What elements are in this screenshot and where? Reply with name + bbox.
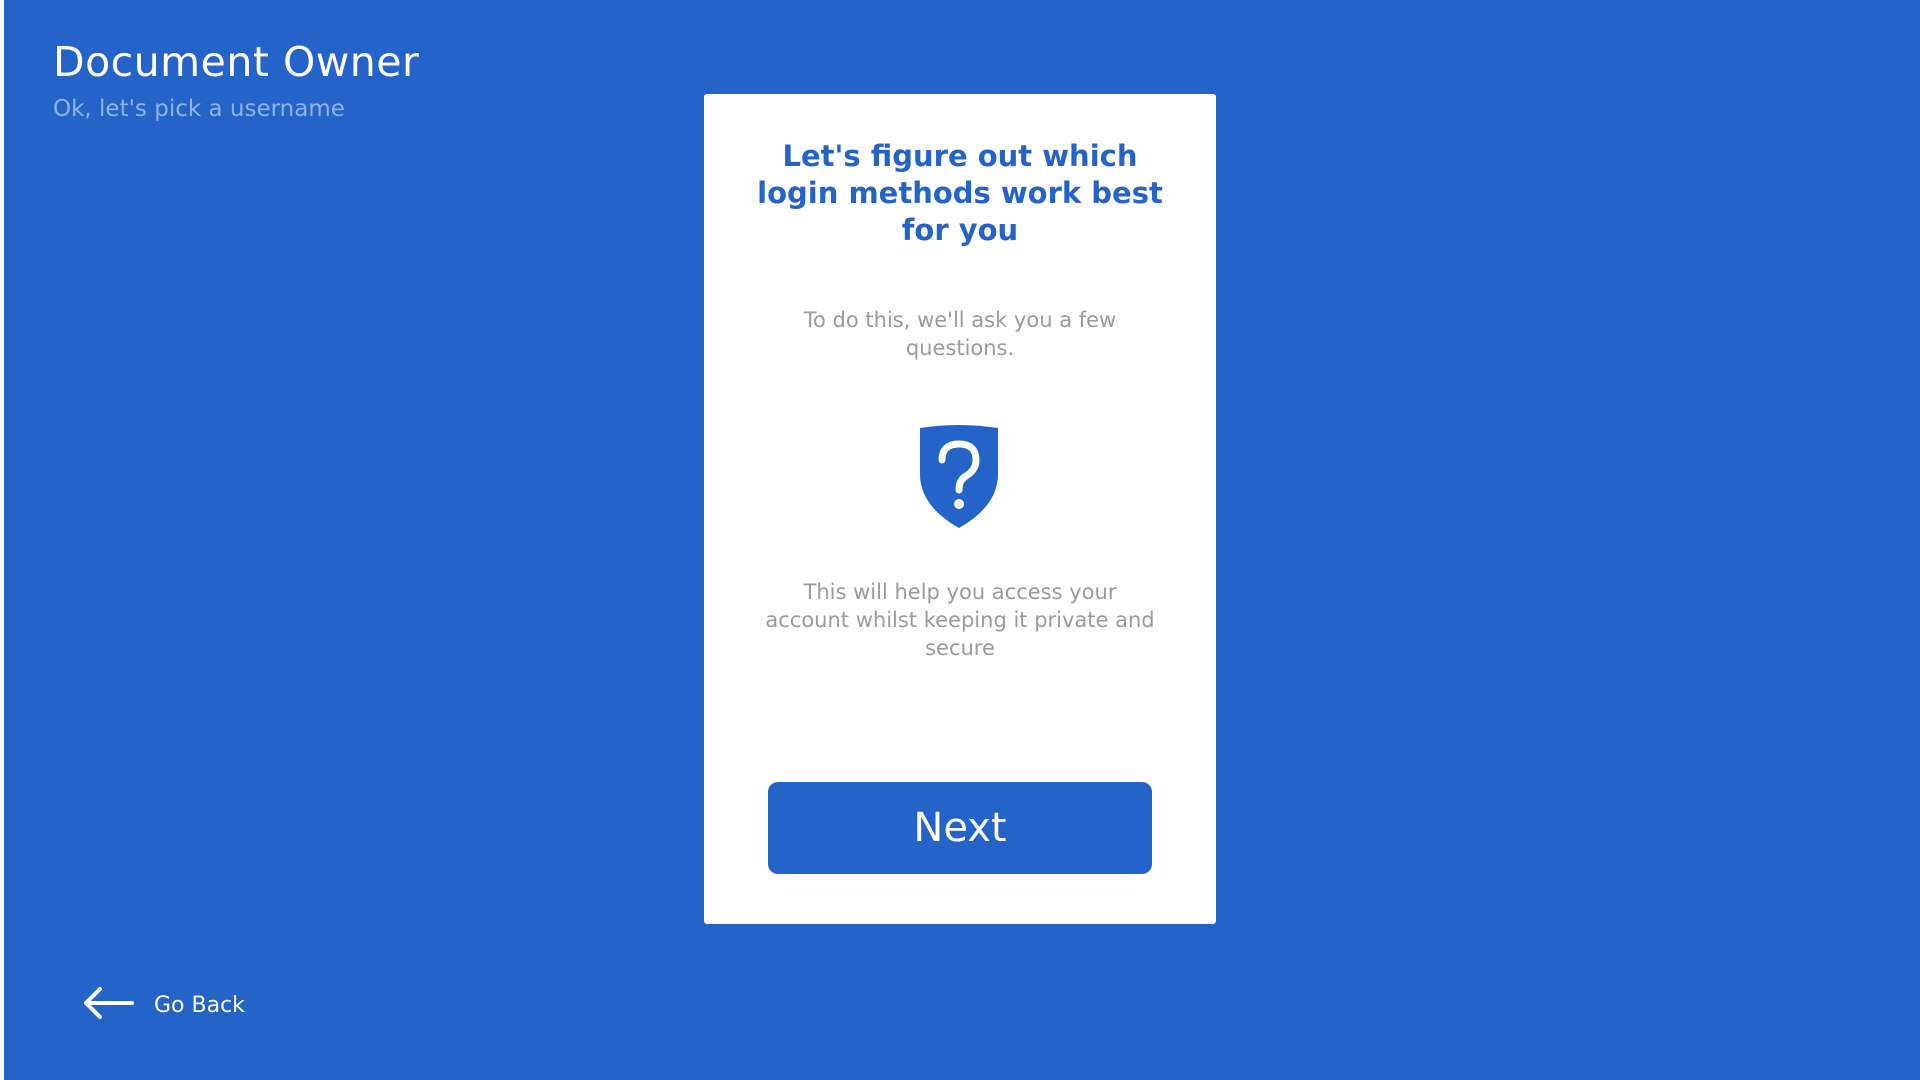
go-back-label: Go Back [154, 992, 245, 1018]
card-intro-text: To do this, we'll ask you a few question… [803, 308, 1117, 360]
go-back-link[interactable]: Go Back [82, 986, 245, 1024]
shield-question-icon [914, 424, 1004, 530]
page-subtitle: Ok, let's pick a username [53, 96, 345, 122]
page-header: Document Owner Ok, let's pick a username [53, 36, 419, 126]
card-heading: Let's figure out which login methods wor… [757, 139, 1163, 247]
app-screen: Document Owner Ok, let's pick a username… [4, 0, 1920, 1080]
login-methods-card: Let's figure out which login methods wor… [704, 94, 1216, 924]
card-outro-text: This will help you access your account w… [765, 580, 1155, 660]
arrow-left-icon [82, 986, 134, 1024]
page-title: Document Owner [53, 38, 420, 86]
next-button[interactable]: Next [768, 782, 1152, 874]
